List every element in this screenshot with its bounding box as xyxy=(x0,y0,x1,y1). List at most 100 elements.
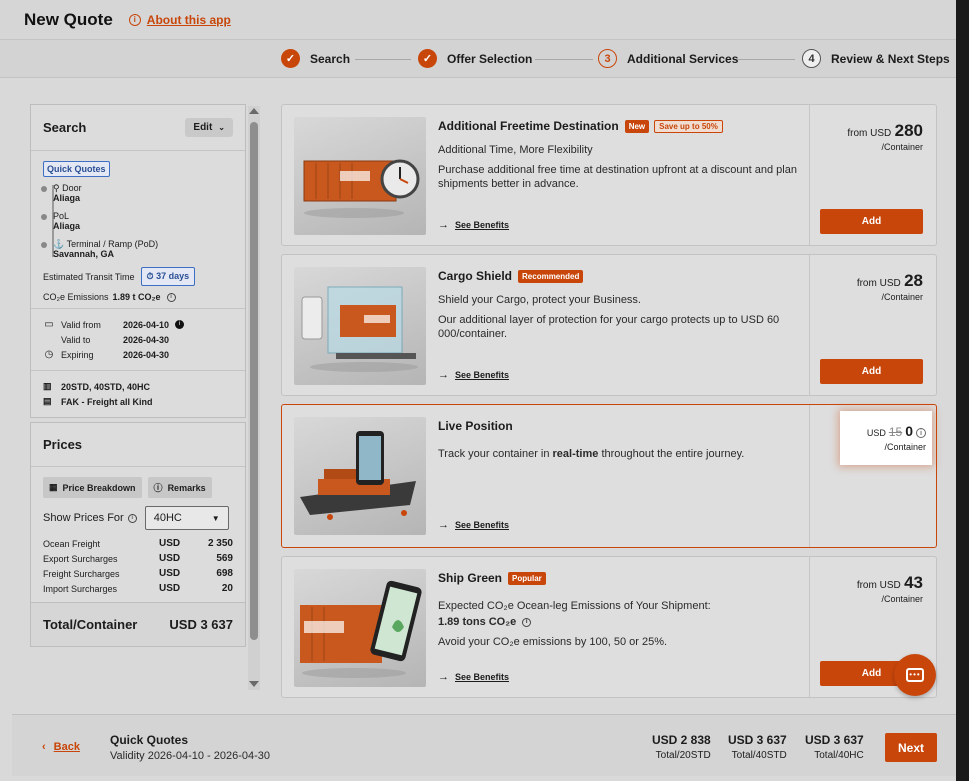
new-badge: New xyxy=(624,119,650,133)
scroll-down-arrow[interactable] xyxy=(249,681,259,687)
see-benefits-link[interactable]: → See Benefits xyxy=(438,671,509,683)
service-title: Live Position xyxy=(438,419,513,433)
service-title: Ship Green xyxy=(438,571,503,585)
sidebar-scrollbar-thumb[interactable] xyxy=(250,122,258,640)
search-title: Search xyxy=(43,120,87,135)
popular-badge: Popular xyxy=(508,571,546,585)
check-icon: ✓ xyxy=(281,49,300,68)
see-benefits-link[interactable]: → See Benefits xyxy=(438,519,509,531)
total-per-container: Total/Container USD 3 637 xyxy=(31,602,245,646)
back-button[interactable]: ‹ Back xyxy=(42,741,80,753)
charge-row: Import Surcharges USD 20 xyxy=(43,583,233,594)
service-description: Avoid your CO₂e emissions by 100, 50 or … xyxy=(438,636,668,648)
see-benefits-link[interactable]: → See Benefits xyxy=(438,219,509,231)
arrow-right-icon: → xyxy=(438,369,449,381)
container-type-select[interactable]: 40HC ▼ xyxy=(144,506,229,530)
service-card-freetime: Additional Freetime Destination New Save… xyxy=(281,104,937,246)
quick-quotes-badge: Quick Quotes xyxy=(43,161,110,177)
anchor-icon: ⚓ xyxy=(53,239,65,249)
chat-button[interactable]: ••• xyxy=(894,654,936,696)
savings-badge: Save up to 50% xyxy=(654,119,723,133)
service-card-ship-green: Ship Green Popular Expected CO₂e Ocean-l… xyxy=(281,556,937,698)
page-title: New Quote xyxy=(24,9,113,29)
info-icon[interactable]: i xyxy=(127,513,137,523)
info-icon[interactable]: i xyxy=(522,617,532,627)
chat-icon: ••• xyxy=(906,668,924,682)
service-price: from USD 28 /Container xyxy=(856,271,923,302)
chevron-left-icon: ‹ xyxy=(42,741,46,753)
clock-icon: ◷ xyxy=(44,349,54,360)
step-number-icon: 4 xyxy=(802,49,821,68)
table-icon: ▦ xyxy=(49,482,58,492)
charge-row: Export Surcharges USD 569 xyxy=(43,553,233,564)
info-icon: ⓘ xyxy=(153,483,163,493)
info-icon[interactable]: i xyxy=(916,428,926,438)
arrow-right-icon: → xyxy=(438,219,449,231)
show-prices-for: Show Prices For i 40HC ▼ xyxy=(31,504,245,536)
total-40std: USD 3 637 Total/40STD xyxy=(728,733,787,761)
service-description: Purchase additional free time at destina… xyxy=(438,164,797,190)
caret-down-icon: ▼ xyxy=(211,513,220,523)
service-description: Our additional layer of protection for y… xyxy=(438,314,780,340)
step-connector xyxy=(535,59,593,60)
freetime-image xyxy=(294,117,426,235)
transit-days-badge: ⏱ 37 days xyxy=(140,267,196,286)
quote-summary: Quick Quotes Validity 2026-04-10 - 2026-… xyxy=(110,733,271,762)
charge-row: Freight Surcharges USD 698 xyxy=(43,568,233,579)
emissions-value: 1.89 tons CO₂e i xyxy=(438,615,798,629)
arrow-right-icon: → xyxy=(438,519,449,531)
service-card-live-position[interactable]: Live Position Track your container in re… xyxy=(281,404,937,548)
total-40hc: USD 3 637 Total/40HC xyxy=(805,733,864,761)
step-offer-selection[interactable]: ✓ Offer Selection xyxy=(418,49,532,68)
service-subtitle: Additional Time, More Flexibility xyxy=(438,144,593,156)
step-connector xyxy=(355,59,411,60)
service-title: Additional Freetime Destination xyxy=(438,119,619,133)
step-search[interactable]: ✓ Search xyxy=(281,49,350,68)
timer-icon: ⏱ xyxy=(146,271,154,281)
route-summary: Quick Quotes ⚲ Door Aliaga PoL Aliaga ⚓ … xyxy=(31,151,245,308)
step-connector xyxy=(737,59,795,60)
step-number-icon: 3 xyxy=(598,49,617,68)
app-header: New Quote i About this app xyxy=(0,0,969,40)
step-review[interactable]: 4 Review & Next Steps xyxy=(802,49,950,68)
about-app-link[interactable]: i About this app xyxy=(128,13,231,27)
prices-title: Prices xyxy=(31,423,245,467)
add-button[interactable]: Add xyxy=(820,209,923,234)
next-button[interactable]: Next xyxy=(885,733,937,762)
live-position-price: USD 15 0 i /Container xyxy=(840,411,932,465)
cargo-section: ▥ 20STD, 40STD, 40HC ▤ FAK - Freight all… xyxy=(31,370,245,417)
progress-stepper: ✓ Search ✓ Offer Selection 3 Additional … xyxy=(0,40,969,78)
charge-row: Ocean Freight USD 2 350 xyxy=(43,538,233,549)
search-panel-header: Search Edit ⌄ xyxy=(31,105,245,151)
chevron-down-icon: ⌄ xyxy=(218,123,225,132)
footer-bar: ‹ Back Quick Quotes Validity 2026-04-10 … xyxy=(12,714,956,776)
edit-button[interactable]: Edit ⌄ xyxy=(185,118,233,137)
window-edge xyxy=(956,0,969,781)
transit-time: Estimated Transit Time ⏱ 37 days xyxy=(43,267,233,286)
service-subtitle: Shield your Cargo, protect your Business… xyxy=(438,294,641,306)
service-price: from USD 280 /Container xyxy=(847,121,923,152)
route-stop-door: ⚲ Door Aliaga xyxy=(41,183,233,203)
service-description: Track your container in real-time throug… xyxy=(438,448,745,460)
ship-green-image xyxy=(294,569,426,687)
cargo-shield-image xyxy=(294,267,426,385)
search-panel: Search Edit ⌄ Quick Quotes ⚲ Door Aliaga… xyxy=(30,104,246,418)
prices-panel: Prices ▦ Price Breakdown ⓘ Remarks Show … xyxy=(30,422,246,647)
step-additional-services[interactable]: 3 Additional Services xyxy=(598,49,738,68)
validity-section: ▭ Valid from 2026-04-10 i Valid to 2026-… xyxy=(31,308,245,370)
document-icon: ▤ xyxy=(43,396,52,406)
info-icon[interactable]: i xyxy=(166,292,176,302)
remarks-button[interactable]: ⓘ Remarks xyxy=(147,477,212,498)
scroll-up-arrow[interactable] xyxy=(249,108,259,114)
co2-emissions: CO₂e Emissions 1.89 t CO₂e i xyxy=(43,292,233,302)
see-benefits-link[interactable]: → See Benefits xyxy=(438,369,509,381)
arrow-right-icon: → xyxy=(438,671,449,683)
discounted-price: 0 xyxy=(905,423,913,439)
add-button[interactable]: Add xyxy=(820,359,923,384)
price-breakdown-button[interactable]: ▦ Price Breakdown xyxy=(43,477,142,498)
service-card-cargo-shield: Cargo Shield Recommended Shield your Car… xyxy=(281,254,937,396)
recommended-badge: Recommended xyxy=(518,269,584,283)
service-subtitle: Expected CO₂e Ocean-leg Emissions of You… xyxy=(438,600,711,612)
route-stop-pol: PoL Aliaga xyxy=(41,211,233,231)
info-icon[interactable]: i xyxy=(175,320,185,329)
